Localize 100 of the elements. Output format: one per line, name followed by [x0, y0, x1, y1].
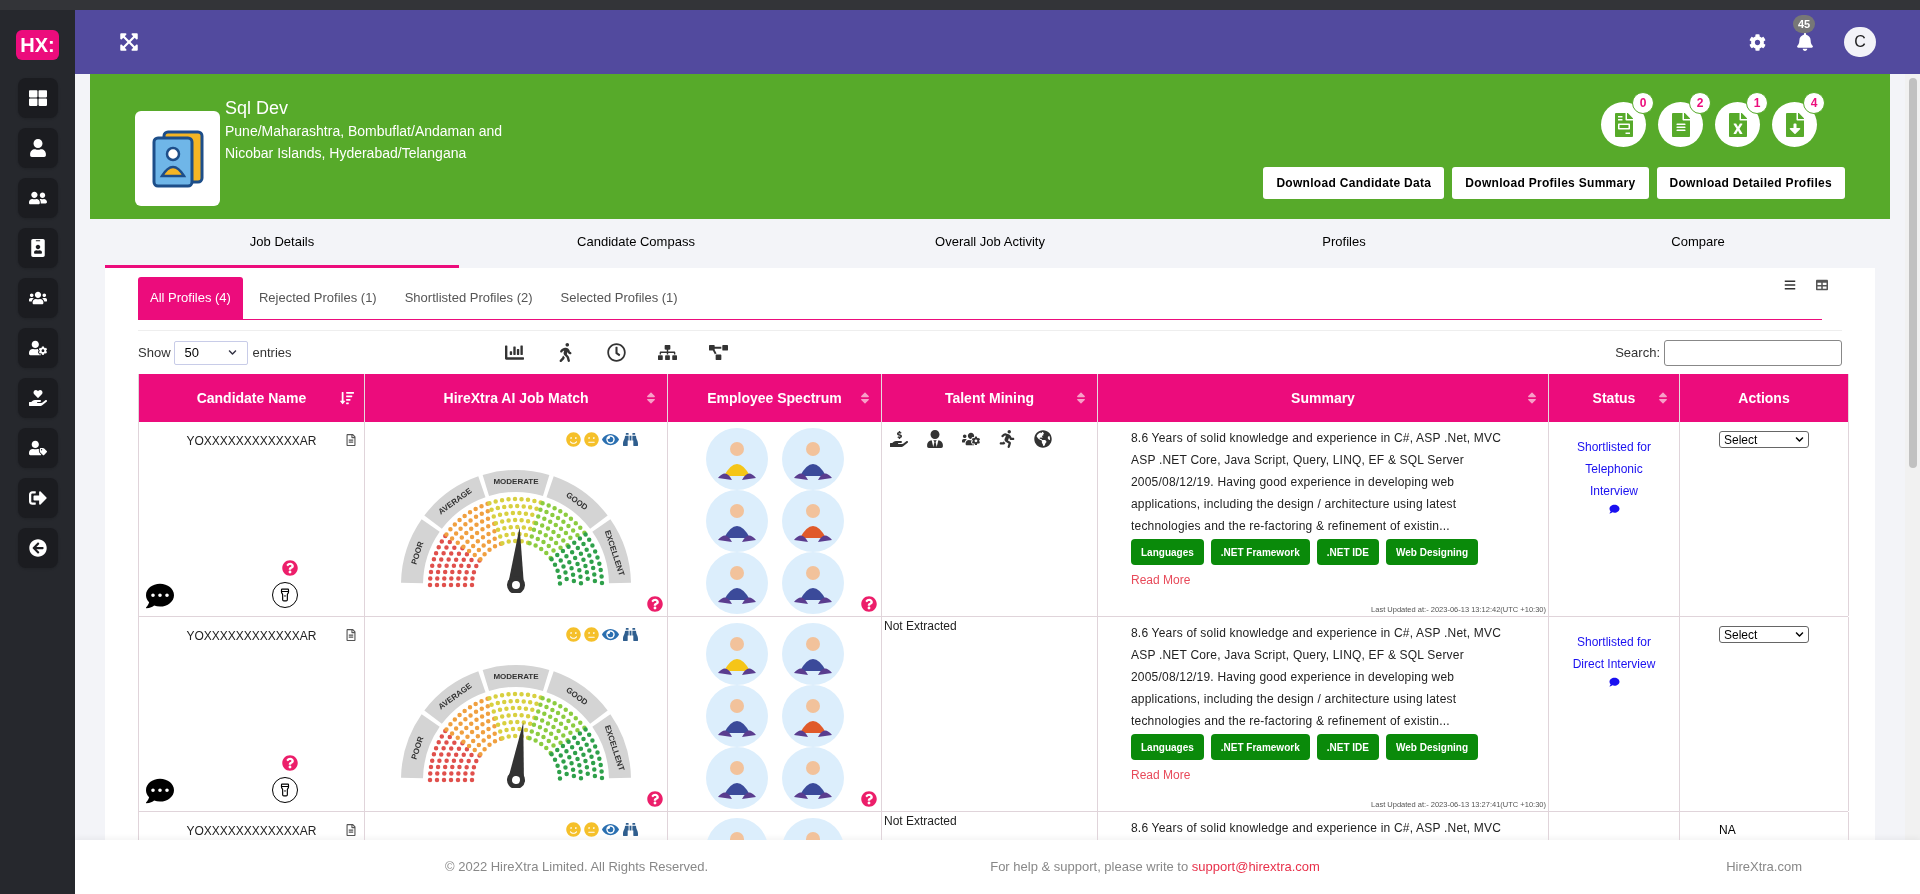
column-header[interactable]: Employee Spectrum: [668, 374, 882, 422]
logo[interactable]: HX:: [16, 30, 59, 60]
search-label: Search:: [1615, 343, 1660, 362]
download-button[interactable]: Download Detailed Profiles: [1656, 167, 1845, 199]
main-tab[interactable]: Profiles: [1167, 219, 1521, 268]
download-button[interactable]: Download Profiles Summary: [1452, 167, 1649, 199]
bar-chart-icon[interactable]: [504, 343, 524, 362]
sidebar-item[interactable]: [17, 378, 58, 418]
skill-tag: .NET Framework: [1210, 539, 1310, 565]
globe-icon[interactable]: [1034, 430, 1052, 448]
column-header[interactable]: Actions: [1680, 374, 1849, 422]
help-icon[interactable]: [647, 596, 663, 612]
document-icon[interactable]: [346, 824, 356, 836]
skill-tag: Languages: [1131, 539, 1204, 565]
comment-icon[interactable]: [1608, 677, 1620, 687]
running-person-icon[interactable]: [998, 430, 1016, 448]
help-icon[interactable]: [647, 791, 663, 807]
sidebar-item[interactable]: [17, 278, 58, 318]
sidebar-item[interactable]: [17, 228, 58, 268]
hand-money-icon[interactable]: [890, 430, 908, 448]
bell-icon[interactable]: [1796, 33, 1814, 51]
person-illustration: [705, 685, 768, 747]
flashlight-icon: [278, 588, 292, 602]
document-icon[interactable]: [346, 629, 356, 641]
help-icon[interactable]: [861, 791, 877, 807]
candidate-name[interactable]: YOXXXXXXXXXXXXAR: [186, 822, 317, 840]
main-tab[interactable]: Overall Job Activity: [813, 219, 1167, 268]
person-illustration: [705, 747, 768, 809]
document-icon[interactable]: [346, 434, 356, 446]
skill-tag: .NET Framework: [1210, 734, 1310, 760]
counter-badge: 2: [1689, 92, 1711, 114]
help-icon[interactable]: [282, 560, 298, 576]
expand-icon[interactable]: [119, 32, 139, 52]
grid-view-icon[interactable]: [1816, 279, 1828, 291]
job-title: Sql Dev: [225, 97, 290, 120]
binoculars-icon[interactable]: [622, 432, 639, 447]
avatar[interactable]: C: [1844, 27, 1876, 57]
settings-icon[interactable]: [1749, 33, 1766, 51]
team-gear-icon[interactable]: [962, 430, 980, 448]
candidate-name[interactable]: YOXXXXXXXXXXXXAR: [186, 627, 317, 645]
list-view-icon[interactable]: [1784, 279, 1796, 291]
eye-icon[interactable]: [602, 822, 619, 837]
network-icon[interactable]: [708, 343, 728, 362]
action-select[interactable]: Select: [1719, 626, 1809, 643]
chat-icon[interactable]: [145, 582, 175, 610]
eye-icon[interactable]: [602, 627, 619, 642]
document-clock-icon: [1613, 112, 1634, 137]
skill-tag: .NET IDE: [1316, 734, 1379, 760]
column-header[interactable]: HireXtra AI Job Match: [365, 374, 668, 422]
support-email-link[interactable]: support@hirextra.com: [1191, 859, 1320, 875]
sort-icon[interactable]: [340, 391, 354, 405]
column-header[interactable]: Summary: [1098, 374, 1549, 422]
read-more-link[interactable]: Read More: [1131, 766, 1191, 784]
eye-icon[interactable]: [602, 432, 619, 447]
counter-badge: 1: [1746, 92, 1768, 114]
candidate-name[interactable]: YOXXXXXXXXXXXXAR: [186, 432, 317, 450]
scrollbar[interactable]: [1905, 74, 1920, 840]
gauge-label: MODERATE: [493, 672, 539, 681]
chevron-down-icon: [1795, 630, 1804, 639]
skill-tag: Web Designing: [1385, 539, 1478, 565]
status-link[interactable]: Shortlisted for Direct Interview: [1566, 631, 1662, 675]
status-link[interactable]: Shortlisted for Telephonic Interview: [1566, 436, 1662, 502]
hierarchy-icon[interactable]: [657, 343, 677, 362]
site-link[interactable]: HireXtra.com: [1726, 857, 1802, 877]
sidebar-item[interactable]: [17, 528, 58, 568]
binoculars-icon[interactable]: [622, 822, 639, 837]
search-field[interactable]: [1664, 339, 1842, 366]
comment-icon[interactable]: [1608, 504, 1620, 514]
read-more-link[interactable]: Read More: [1131, 571, 1191, 589]
sidebar-item[interactable]: [17, 178, 58, 218]
gauge-label: POOR: [409, 540, 426, 566]
sidebar-item[interactable]: [17, 128, 58, 168]
id-card-icon: [28, 239, 47, 257]
help-icon[interactable]: [282, 755, 298, 771]
document-profile-icon: [1670, 112, 1691, 137]
binoculars-icon[interactable]: [622, 627, 639, 642]
counter-badge: 4: [1803, 92, 1825, 114]
column-header[interactable]: Status: [1549, 374, 1680, 422]
sidebar-item[interactable]: [17, 328, 58, 368]
download-button[interactable]: Download Candidate Data: [1263, 167, 1445, 199]
flashlight-icon: [278, 783, 292, 797]
action-select[interactable]: Select: [1719, 431, 1809, 448]
sidebar-item[interactable]: [17, 78, 58, 118]
sidebar-item[interactable]: [17, 478, 58, 518]
chat-icon[interactable]: [145, 777, 175, 805]
column-header[interactable]: Candidate Name: [139, 374, 365, 422]
profile-tab[interactable]: All Profiles (4): [138, 277, 243, 319]
clock-icon[interactable]: [606, 343, 626, 362]
help-icon[interactable]: [861, 596, 877, 612]
page-size-select[interactable]: 50: [173, 340, 248, 365]
main-tab[interactable]: Compare: [1521, 219, 1875, 268]
column-header[interactable]: Talent Mining: [882, 374, 1098, 422]
talent-status: Not Extracted: [883, 618, 958, 635]
skill-tag: Web Designing: [1385, 734, 1478, 760]
person-illustration: [781, 428, 844, 490]
person-illustration: [705, 552, 768, 614]
main-tab[interactable]: Candidate Compass: [459, 219, 813, 268]
businessman-icon[interactable]: [926, 430, 944, 448]
sidebar-item[interactable]: [17, 428, 58, 468]
summary-text: 8.6 Years of solid knowledge and experience in C#, ASP .Net, MVC ASP .NET Core, Java Script, Query, LINQ, EF & SQL Server 2005/08/12/19. Having good experience in developing web applications, including the design / architecture using latest technologies and the re-factoring & refinement of existin...: [1131, 625, 1503, 730]
